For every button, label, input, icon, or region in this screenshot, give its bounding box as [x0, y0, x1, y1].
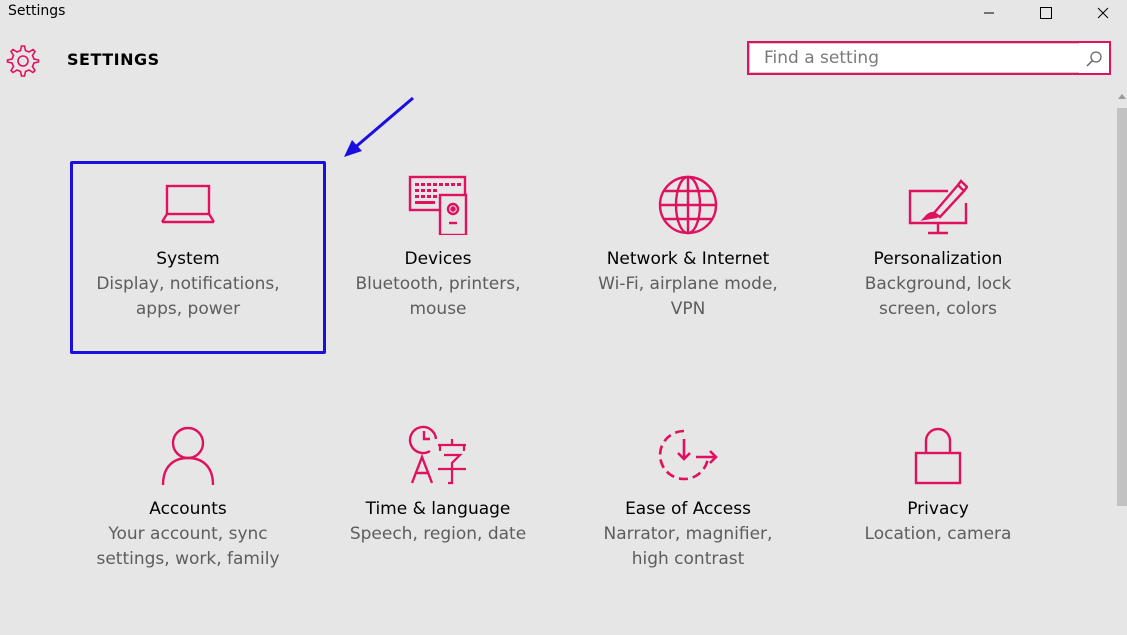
pointer-arrow-icon: [344, 96, 414, 157]
tile-title: Devices: [404, 249, 472, 269]
search-icon[interactable]: [1085, 50, 1103, 68]
tile-time-language[interactable]: Time & language Speech, region, date: [313, 415, 563, 605]
tile-title: Personalization: [873, 249, 1003, 269]
maximize-button[interactable]: [1023, 0, 1069, 26]
search-input[interactable]: [749, 43, 1079, 73]
scrollbar-thumb[interactable]: [1117, 108, 1127, 506]
system-highlight-box: [70, 161, 326, 354]
app-header: SETTINGS: [0, 36, 1127, 86]
clock-language-icon: [408, 425, 466, 485]
close-button[interactable]: [1080, 0, 1126, 26]
tile-description: settings, work, family: [96, 549, 280, 569]
tile-ease-of-access[interactable]: Ease of Access Narrator, magnifier, high…: [563, 415, 813, 605]
ease-of-access-icon: [658, 429, 718, 481]
tile-description: screen, colors: [878, 299, 998, 319]
maximize-icon: [1040, 7, 1052, 19]
tile-description: Background, lock: [864, 274, 1012, 294]
page-title: SETTINGS: [67, 50, 160, 69]
search-box: [747, 41, 1111, 75]
tile-description: Wi-Fi, airplane mode,: [598, 274, 778, 294]
lock-icon: [914, 427, 962, 485]
tile-description: Speech, region, date: [349, 524, 527, 544]
tile-title: Privacy: [907, 499, 969, 519]
window-title: Settings: [8, 3, 66, 19]
tile-description: mouse: [409, 299, 467, 319]
tile-personalization[interactable]: Personalization Background, lock screen,…: [813, 165, 1063, 355]
tile-title: Accounts: [149, 499, 227, 519]
tile-description: high contrast: [631, 549, 745, 569]
paint-monitor-icon: [908, 179, 968, 235]
keyboard-speaker-icon: [408, 175, 468, 235]
chevron-up-icon: [1117, 94, 1126, 99]
tile-accounts[interactable]: Accounts Your account, sync settings, wo…: [63, 415, 313, 605]
minimize-button[interactable]: [966, 0, 1012, 26]
tile-title: Network & Internet: [606, 249, 770, 269]
globe-icon: [658, 175, 718, 235]
person-icon: [161, 426, 215, 485]
tile-title: Ease of Access: [625, 499, 751, 519]
close-icon: [1097, 7, 1109, 19]
tile-devices[interactable]: Devices Bluetooth, printers, mouse: [313, 165, 563, 355]
scroll-up-button[interactable]: [1116, 88, 1127, 104]
tile-description: Narrator, magnifier,: [603, 524, 773, 544]
tile-description: Your account, sync: [108, 524, 268, 544]
gear-icon: [6, 45, 40, 77]
minimize-icon: [984, 12, 994, 14]
tile-description: VPN: [670, 299, 706, 319]
tile-description: Location, camera: [864, 524, 1012, 544]
title-bar: Settings: [0, 0, 1127, 30]
tile-network-internet[interactable]: Network & Internet Wi-Fi, airplane mode,…: [563, 165, 813, 355]
tile-title: Time & language: [365, 499, 511, 519]
tile-privacy[interactable]: Privacy Location, camera: [813, 415, 1063, 605]
tile-description: Bluetooth, printers,: [355, 274, 521, 294]
